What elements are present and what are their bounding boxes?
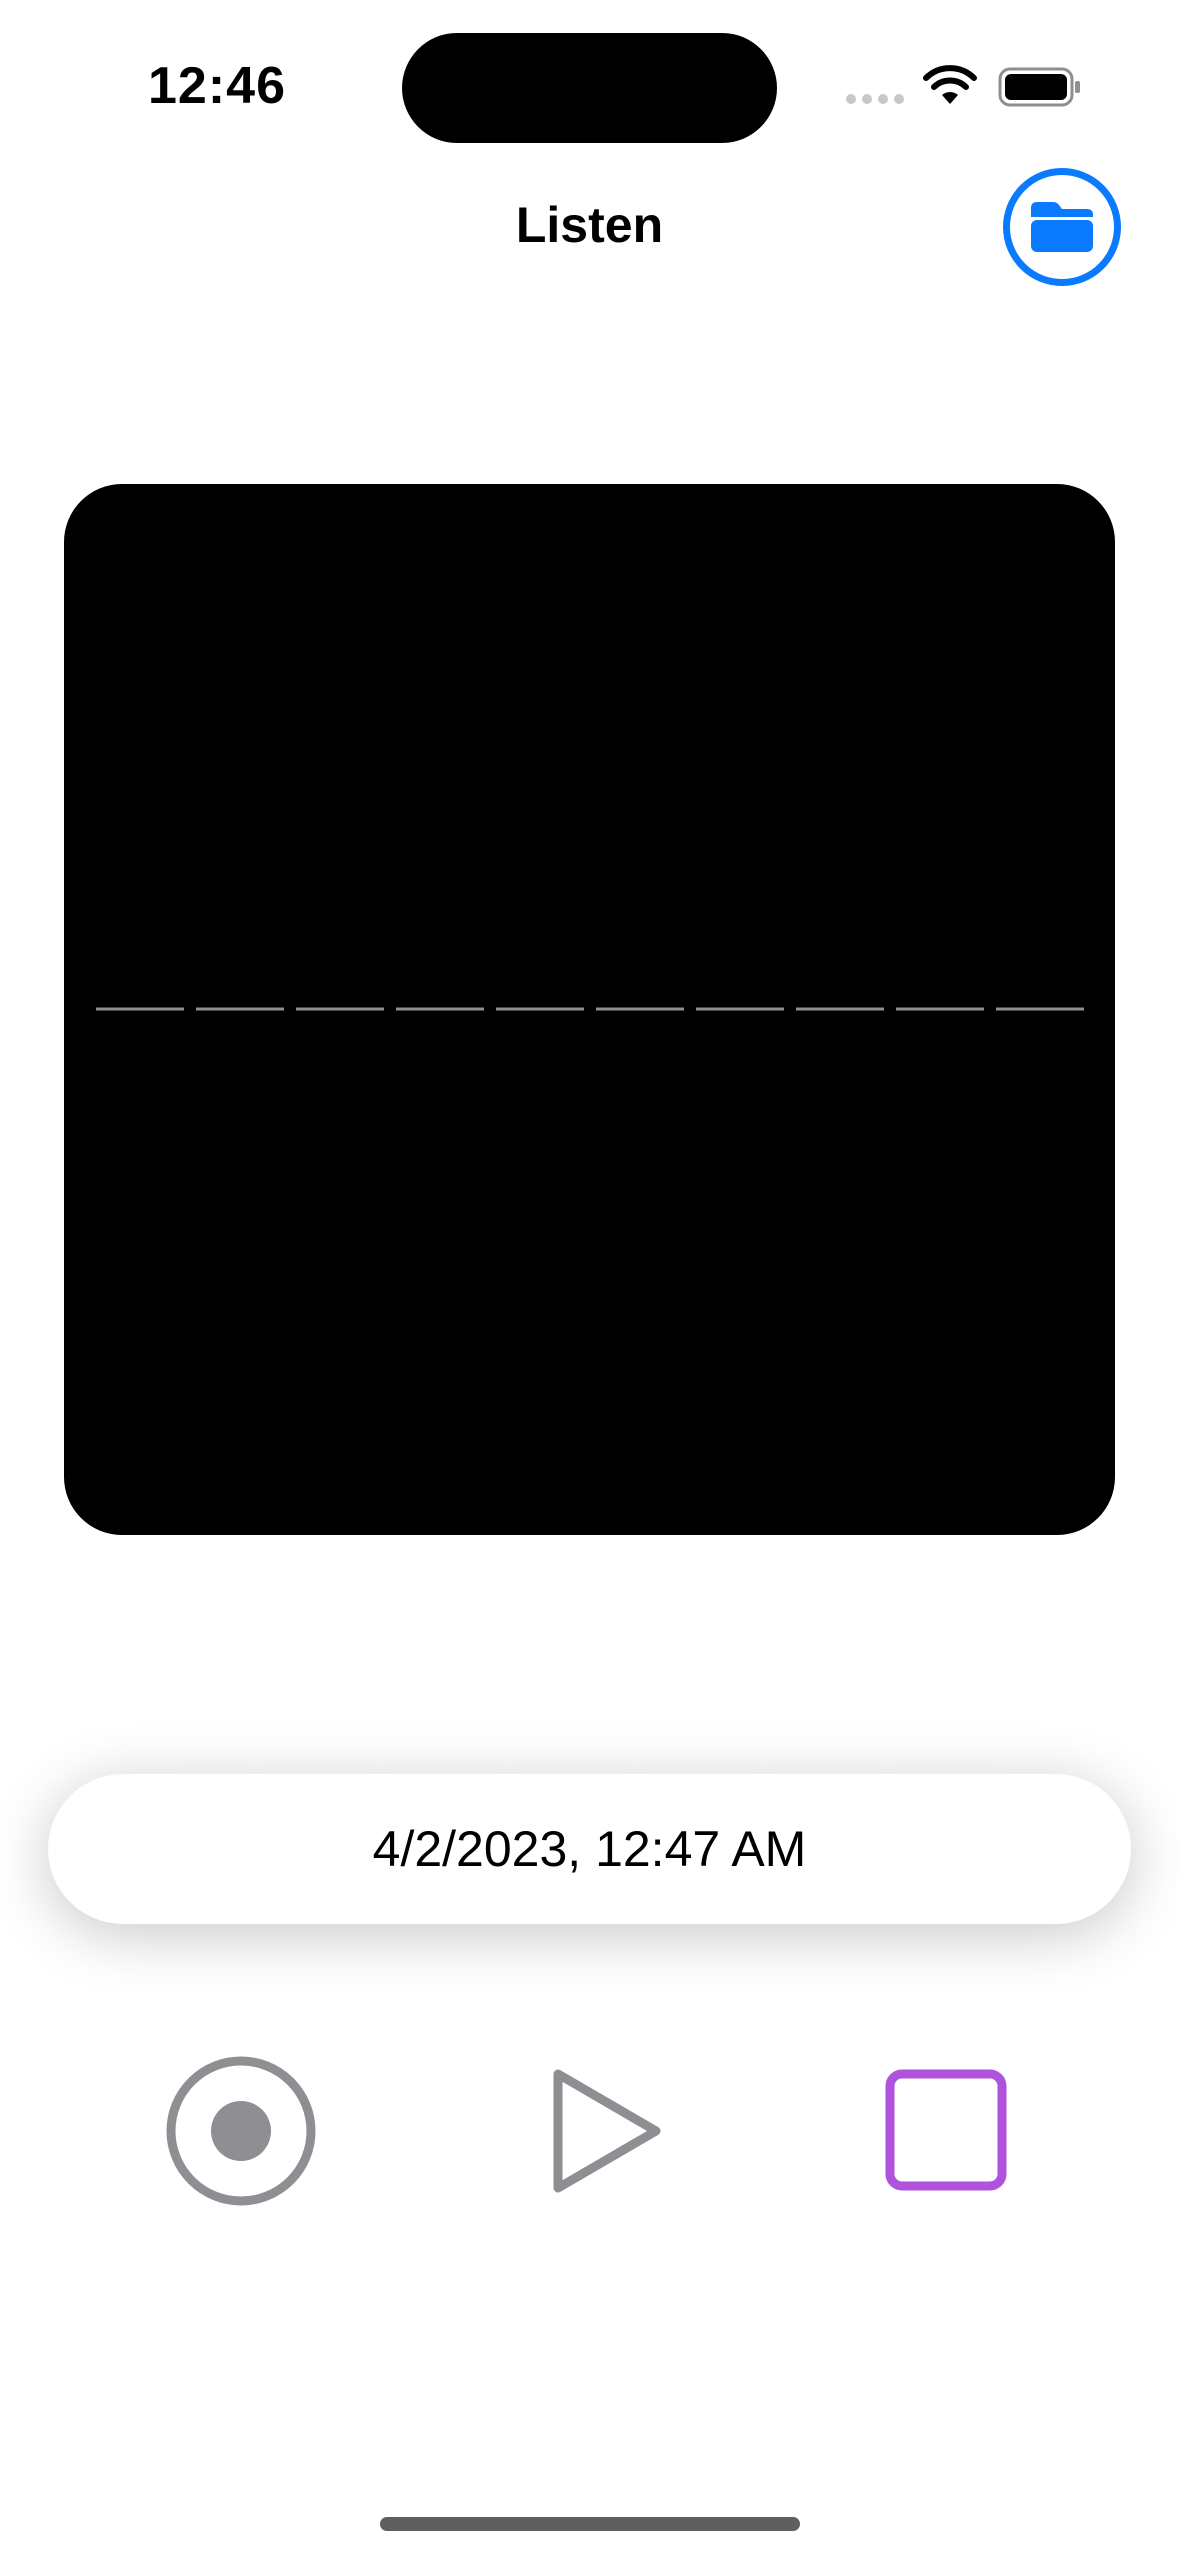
waveform-panel — [64, 484, 1115, 1535]
folder-button[interactable] — [1003, 168, 1121, 286]
play-icon — [553, 2069, 661, 2193]
battery-icon — [998, 67, 1080, 107]
play-button[interactable] — [546, 2064, 666, 2198]
recording-date-pill[interactable]: 4/2/2023, 12:47 AM — [48, 1774, 1131, 1924]
stop-icon — [885, 2069, 1007, 2191]
listen-screen: 12:46 Listen 4/2/2023, 12:47 AM — [0, 0, 1179, 2556]
folder-icon — [1031, 202, 1093, 252]
cellular-signal-icon — [846, 94, 904, 104]
wifi-icon — [923, 65, 977, 104]
record-icon — [166, 2056, 316, 2206]
status-time: 12:46 — [148, 57, 286, 115]
dynamic-island — [402, 33, 777, 143]
recording-date-label: 4/2/2023, 12:47 AM — [372, 1821, 807, 1877]
waveform — [96, 1007, 1084, 1011]
stop-button[interactable] — [884, 2068, 1008, 2192]
home-indicator[interactable] — [380, 2517, 800, 2531]
record-button[interactable] — [164, 2054, 318, 2208]
